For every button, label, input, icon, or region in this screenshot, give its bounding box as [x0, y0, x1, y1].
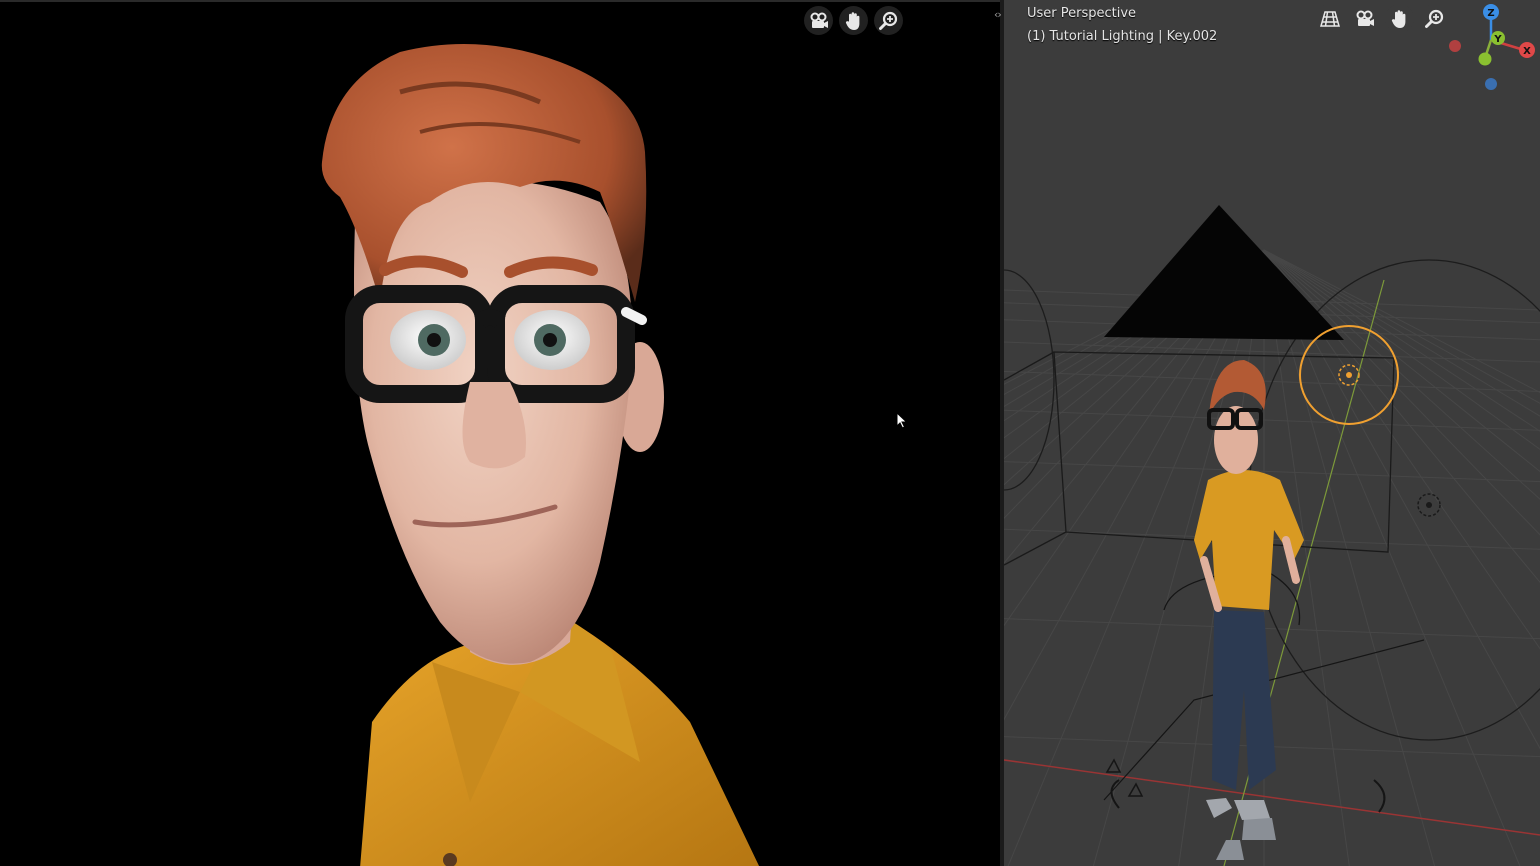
- camera-icon[interactable]: [1350, 4, 1379, 33]
- jeans: [1212, 610, 1276, 790]
- render-viewport[interactable]: [0, 0, 1002, 866]
- right-viewport-navigation: [1315, 4, 1449, 33]
- pupil-left: [427, 333, 441, 347]
- scene-canvas[interactable]: [1004, 0, 1540, 866]
- gizmo-y-label: Y: [1493, 34, 1502, 45]
- zoom-icon[interactable]: [874, 6, 903, 35]
- hand-pan-icon[interactable]: [839, 6, 868, 35]
- split-arrows[interactable]: ‹›: [994, 8, 1002, 21]
- gizmo-neg-x[interactable]: [1449, 40, 1461, 52]
- gizmo-x-label: X: [1523, 46, 1531, 57]
- grid-perspective-icon[interactable]: [1315, 4, 1344, 33]
- character-model[interactable]: [1194, 360, 1304, 860]
- mouse-cursor-icon: [896, 412, 908, 429]
- viewport-info-overlay: User Perspective (1) Tutorial Lighting |…: [1027, 2, 1217, 48]
- 3d-viewport[interactable]: [1004, 0, 1540, 866]
- view-name: User Perspective: [1027, 6, 1137, 21]
- hand-pan-icon[interactable]: [1385, 4, 1414, 33]
- left-viewport-navigation: [804, 6, 903, 35]
- camera-icon[interactable]: [804, 6, 833, 35]
- object-info: (1) Tutorial Lighting | Key.002: [1027, 29, 1218, 44]
- gizmo-z-label: Z: [1487, 8, 1494, 19]
- character-render: [321, 44, 760, 866]
- glasses-bridge: [474, 309, 506, 329]
- navigation-gizmo[interactable]: Z Y X: [1444, 0, 1540, 96]
- gizmo-neg-z[interactable]: [1485, 78, 1497, 90]
- gizmo-neg-y[interactable]: [1478, 52, 1492, 66]
- pupil-right: [543, 333, 557, 347]
